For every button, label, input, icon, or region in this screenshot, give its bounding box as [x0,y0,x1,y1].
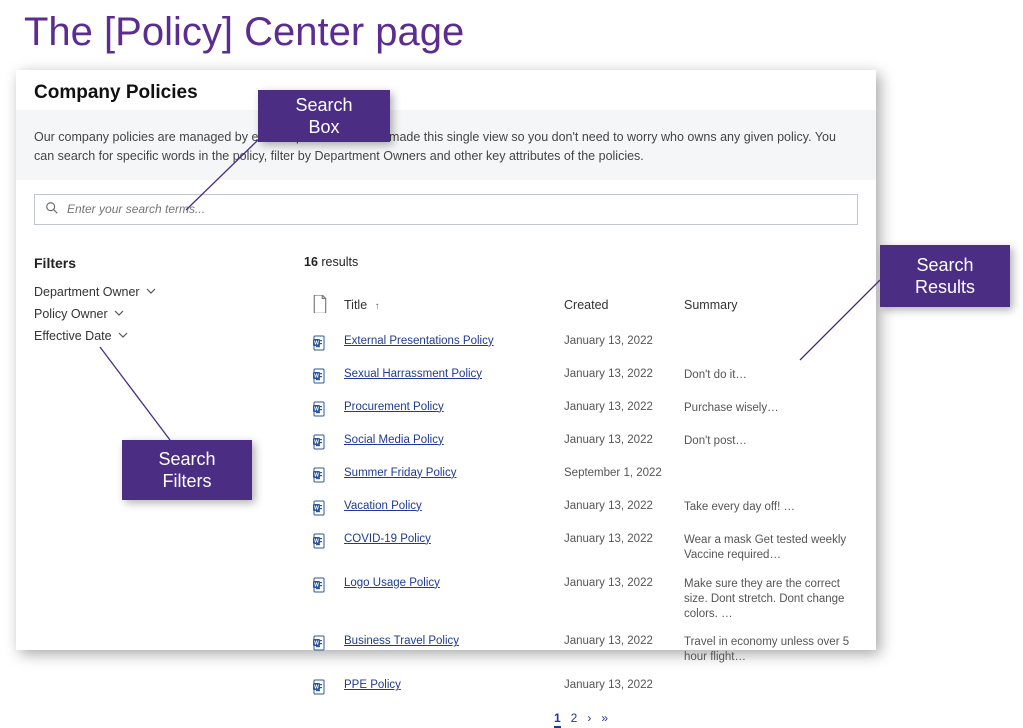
chevron-down-icon [146,285,156,299]
result-summary [676,672,858,705]
result-title-link[interactable]: Procurement Policy [344,401,444,413]
filter-label: Effective Date [34,329,112,343]
word-document-icon: W [312,467,328,483]
filter-policy-owner[interactable]: Policy Owner [34,303,264,325]
word-document-icon: W [312,434,328,450]
result-title-link[interactable]: Social Media Policy [344,434,444,446]
pager-page-2[interactable]: 2 [571,711,578,728]
pager: 1 2 › » [304,711,858,728]
filter-label: Department Owner [34,285,140,299]
result-created: January 13, 2022 [556,570,676,629]
table-row: W Summer Friday Policy September 1, 2022 [304,460,858,493]
svg-text:W: W [314,340,319,346]
word-document-icon: W [312,500,328,516]
result-summary: Purchase wisely… [676,394,858,427]
result-summary [676,328,858,361]
chevron-down-icon [114,307,124,321]
pager-last[interactable]: » [601,711,608,728]
svg-text:W: W [314,538,319,544]
result-title-link[interactable]: External Presentations Policy [344,335,494,347]
result-created: January 13, 2022 [556,493,676,526]
result-created: January 13, 2022 [556,628,676,672]
word-document-icon: W [312,635,328,651]
result-summary: Make sure they are the correct size. Don… [676,570,858,629]
callout-search-box: SearchBox [258,90,390,142]
svg-text:W: W [314,406,319,412]
result-title-link[interactable]: COVID-19 Policy [344,533,431,545]
slide-title: The [Policy] Center page [0,0,1023,55]
search-input[interactable] [67,202,847,216]
table-row: W Sexual Harrassment Policy January 13, 20… [304,361,858,394]
svg-text:W: W [314,641,319,647]
svg-text:W: W [314,685,319,691]
table-row: W PPE Policy January 13, 2022 [304,672,858,705]
results-panel: 16 results Title ↑ [304,255,858,728]
table-row: W Business Travel Policy January 13, 2022T… [304,628,858,672]
word-document-icon: W [312,533,328,549]
word-document-icon: W [312,577,328,593]
result-summary: Travel in economy unless over 5 hour fli… [676,628,858,672]
result-title-link[interactable]: Vacation Policy [344,500,422,512]
column-header-icon [304,291,336,328]
result-created: September 1, 2022 [556,460,676,493]
intro-description: Our company policies are managed by each… [16,110,876,180]
result-created: January 13, 2022 [556,672,676,705]
word-document-icon: W [312,679,328,695]
result-summary: Don't post… [676,427,858,460]
result-created: January 13, 2022 [556,394,676,427]
word-document-icon: W [312,368,328,384]
callout-search-filters: SearchFilters [122,440,252,500]
column-header-created[interactable]: Created [556,291,676,328]
document-icon [312,302,328,316]
result-summary: Take every day off! … [676,493,858,526]
result-summary: Don't do it… [676,361,858,394]
pager-page-1[interactable]: 1 [554,711,561,728]
result-created: January 13, 2022 [556,427,676,460]
table-row: W Logo Usage Policy January 13, 2022Make s… [304,570,858,629]
filter-effective-date[interactable]: Effective Date [34,325,264,347]
filters-heading: Filters [34,255,264,271]
svg-text:W: W [314,472,319,478]
table-row: W External Presentations Policy January 13… [304,328,858,361]
result-title-link[interactable]: PPE Policy [344,679,401,691]
search-icon [45,201,67,218]
result-created: January 13, 2022 [556,526,676,570]
filter-label: Policy Owner [34,307,108,321]
table-row: W Procurement Policy January 13, 2022Purch… [304,394,858,427]
result-title-link[interactable]: Sexual Harrassment Policy [344,368,482,380]
search-box[interactable] [34,194,858,225]
filter-department-owner[interactable]: Department Owner [34,281,264,303]
table-row: W COVID-19 Policy January 13, 2022Wear a m… [304,526,858,570]
results-count-label: results [321,255,358,269]
table-row: W Vacation Policy January 13, 2022Take eve… [304,493,858,526]
result-title-link[interactable]: Summer Friday Policy [344,467,456,479]
result-created: January 13, 2022 [556,361,676,394]
sort-ascending-icon: ↑ [375,301,380,312]
svg-text:W: W [314,505,319,511]
result-title-link[interactable]: Business Travel Policy [344,635,459,647]
svg-text:W: W [314,373,319,379]
svg-text:W: W [314,582,319,588]
results-count-number: 16 [304,255,318,269]
policy-center-app: Company Policies Our company policies ar… [16,70,876,650]
result-title-link[interactable]: Logo Usage Policy [344,577,440,589]
word-document-icon: W [312,335,328,351]
svg-text:W: W [314,439,319,445]
table-row: W Social Media Policy January 13, 2022Don'… [304,427,858,460]
callout-search-results: SearchResults [880,245,1010,307]
word-document-icon: W [312,401,328,417]
chevron-down-icon [118,329,128,343]
column-header-summary[interactable]: Summary [676,291,858,328]
results-table: Title ↑ Created Summary W External Presen… [304,291,858,706]
column-header-title[interactable]: Title ↑ [336,291,556,328]
result-summary [676,460,858,493]
results-count: 16 results [304,255,858,269]
result-created: January 13, 2022 [556,328,676,361]
page-title: Company Policies [34,82,858,104]
result-summary: Wear a mask Get tested weekly Vaccine re… [676,526,858,570]
pager-next[interactable]: › [587,711,591,728]
